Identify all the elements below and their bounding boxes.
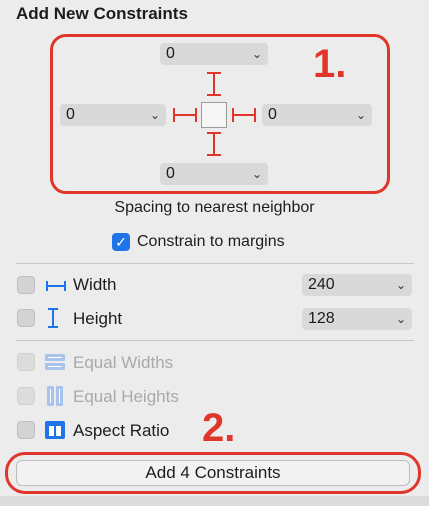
spacing-top-select[interactable]: 0 ⌄ [160,43,268,65]
trailing-spacing-constraint-icon[interactable] [232,108,256,122]
chevron-down-icon: ⌄ [149,108,160,122]
callout-number-1: 1. [313,42,347,86]
aspect-ratio-checkbox[interactable] [17,421,35,439]
chevron-down-icon: ⌄ [251,47,262,61]
chevron-down-icon: ⌄ [251,167,262,181]
add-constraints-button[interactable]: Add 4 Constraints [16,460,410,486]
panel-title: Add New Constraints [16,4,188,23]
width-icon [46,281,66,291]
top-spacing-constraint-icon[interactable] [207,72,221,96]
spacing-right-value: 0 [268,106,277,123]
panel-bottom-edge [0,496,429,506]
spacing-left-select[interactable]: 0 ⌄ [60,104,166,126]
chevron-down-icon: ⌄ [395,312,406,326]
height-icon [48,308,58,328]
aspect-ratio-icon [45,421,65,439]
leading-spacing-constraint-icon[interactable] [173,108,197,122]
width-value: 240 [308,276,335,293]
equal-heights-icon [47,386,63,406]
bottom-spacing-constraint-icon[interactable] [207,132,221,156]
aspect-ratio-label: Aspect Ratio [73,421,170,440]
width-label: Width [73,275,117,294]
constrain-to-margins-checkbox[interactable]: ✓ [112,233,130,251]
width-checkbox[interactable] [17,276,35,294]
checkmark-icon: ✓ [115,234,127,250]
view-outline-icon [201,102,227,128]
add-constraints-panel: Add New Constraints 1. 0 ⌄ 0 ⌄ 0 ⌄ 0 ⌄ S… [0,0,429,506]
spacing-left-value: 0 [66,106,75,123]
height-checkbox[interactable] [17,309,35,327]
callout-number-2: 2. [202,406,236,450]
spacing-bottom-value: 0 [166,165,175,182]
height-label: Height [73,309,123,328]
equal-heights-checkbox [17,387,35,405]
equal-heights-label: Equal Heights [73,387,179,406]
divider [16,263,414,264]
width-value-select[interactable]: 240 ⌄ [302,274,412,296]
divider [16,340,414,341]
spacing-top-value: 0 [166,45,175,62]
spacing-right-select[interactable]: 0 ⌄ [262,104,372,126]
height-value: 128 [308,310,335,327]
spacing-caption: Spacing to nearest neighbor [114,199,315,216]
constrain-to-margins-label: Constrain to margins [137,233,285,250]
height-value-select[interactable]: 128 ⌄ [302,308,412,330]
spacing-bottom-select[interactable]: 0 ⌄ [160,163,268,185]
chevron-down-icon: ⌄ [395,278,406,292]
equal-widths-label: Equal Widths [73,353,174,372]
equal-widths-icon [45,354,65,370]
chevron-down-icon: ⌄ [355,108,366,122]
equal-widths-checkbox [17,353,35,371]
